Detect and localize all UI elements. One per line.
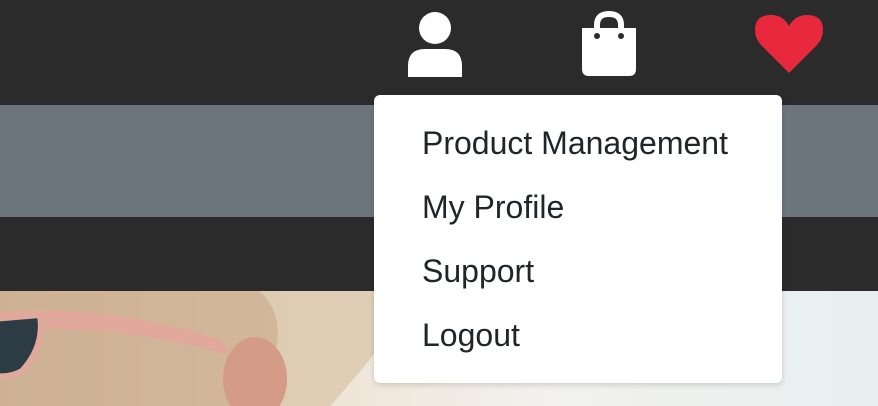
menu-item-my-profile[interactable]: My Profile bbox=[422, 185, 564, 229]
cart-button[interactable] bbox=[574, 8, 644, 80]
heart-icon bbox=[755, 15, 823, 73]
menu-item-product-management[interactable]: Product Management bbox=[422, 121, 728, 165]
account-dropdown-menu: Product Management My Profile Support Lo… bbox=[374, 95, 782, 383]
menu-item-logout[interactable]: Logout bbox=[422, 313, 520, 357]
top-navbar bbox=[0, 0, 878, 105]
shopping-bag-icon bbox=[582, 11, 636, 76]
user-icon bbox=[408, 12, 462, 77]
wishlist-button[interactable] bbox=[752, 8, 826, 80]
account-button[interactable] bbox=[400, 8, 470, 80]
menu-item-support[interactable]: Support bbox=[422, 249, 534, 293]
